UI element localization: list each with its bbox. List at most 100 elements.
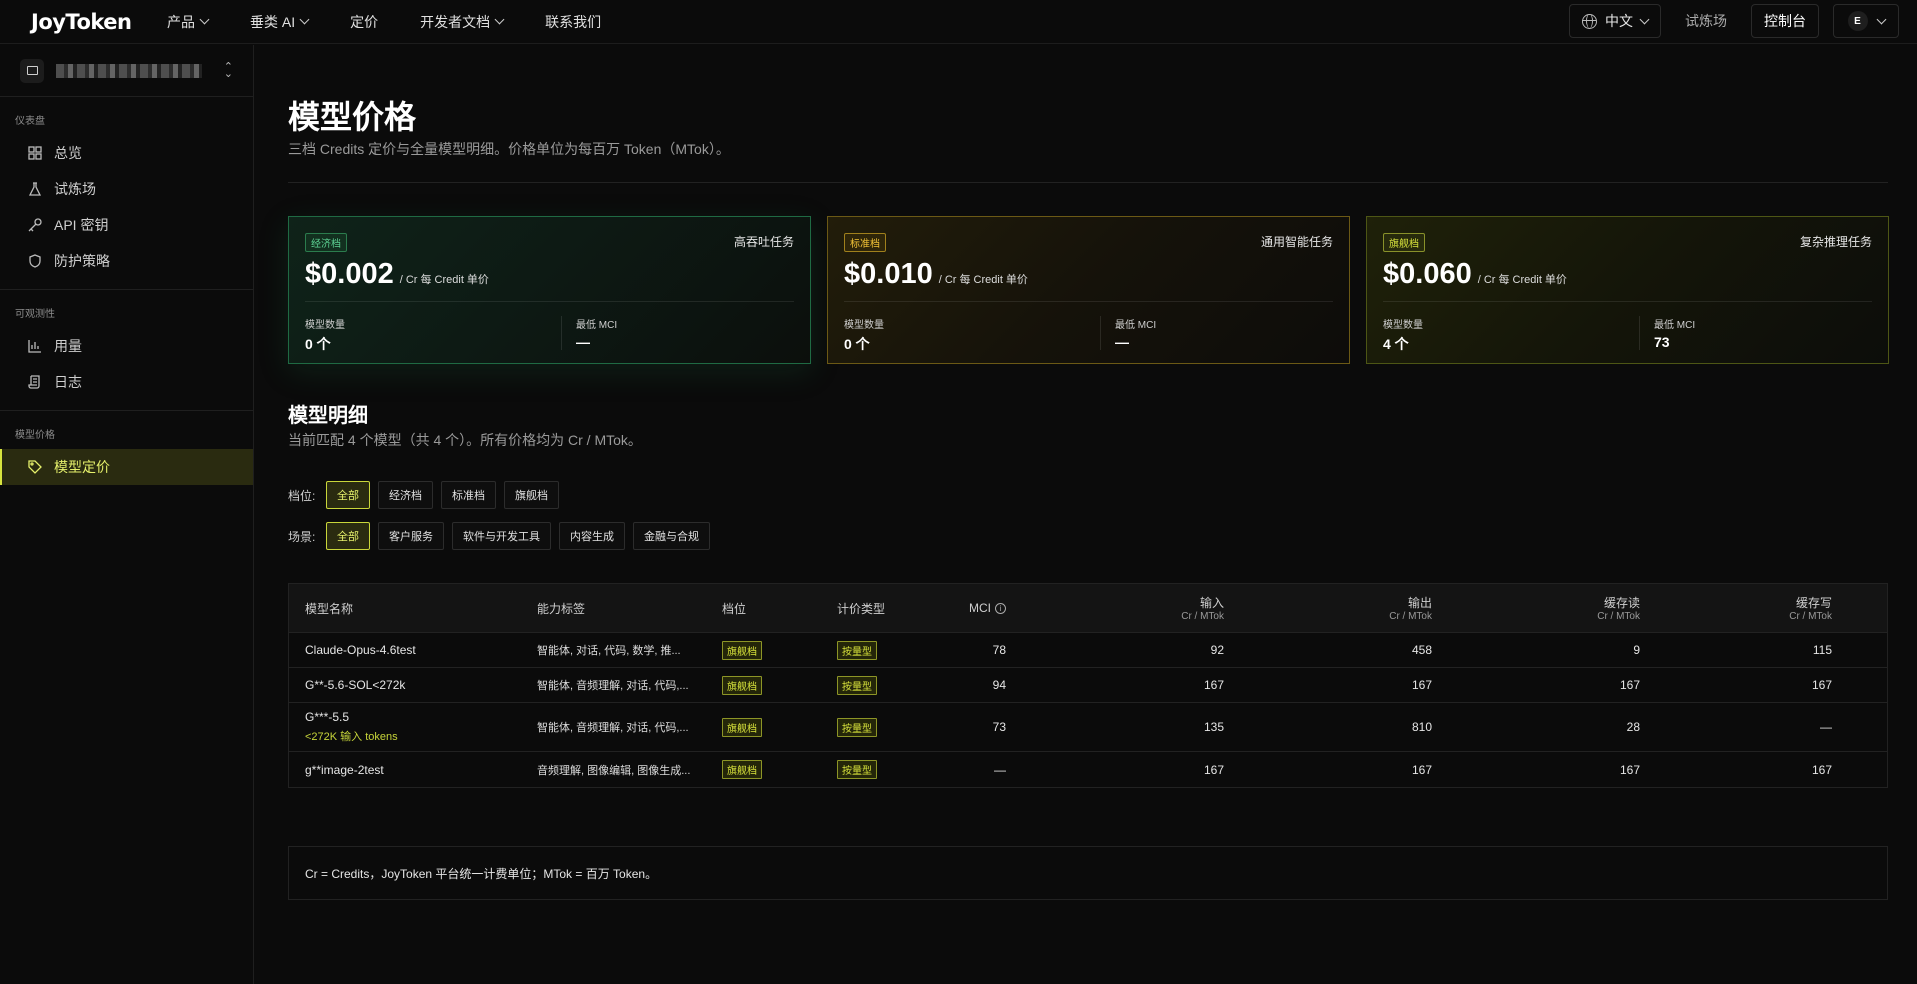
cache-write-price: 115 — [1812, 643, 1832, 657]
language-selector[interactable]: 中文 — [1569, 4, 1661, 38]
col-header-unit: Cr / MTok — [1181, 611, 1224, 622]
col-header-unit: Cr / MTok — [1597, 611, 1640, 622]
model-name: G**-5.6-SOL<272k — [305, 678, 406, 692]
tier-use-case: 复杂推理任务 — [1799, 235, 1872, 249]
page-subtitle: 三档 Credits 定价与全量模型明细。价格单位为每百万 Token（MTok… — [288, 141, 730, 157]
mci-value: 94 — [992, 678, 1006, 692]
stat-value: 4 个 — [1383, 336, 1409, 352]
filter-chip-tier-standard[interactable]: 标准档 — [441, 481, 496, 509]
table-row[interactable]: G***-5.5 <272K 输入 tokens 智能体, 音频理解, 对话, 代… — [289, 703, 1887, 752]
tier-price: $0.002 — [305, 258, 394, 290]
key-icon — [28, 218, 42, 232]
table-row[interactable]: g**image-2test 音频理解, 图像编辑, 图像生成... 旗舰档 按… — [289, 752, 1887, 787]
col-header-cache-write[interactable]: 缓存写 Cr / MTok — [1640, 594, 1848, 622]
stat-label: 模型数量 — [305, 320, 345, 331]
nav-developer-docs[interactable]: 开发者文档 — [420, 12, 505, 32]
stat-label: 最低 MCI — [1654, 320, 1696, 331]
table-row[interactable]: Claude-Opus-4.6test 智能体, 对话, 代码, 数学, 推..… — [289, 633, 1887, 668]
nav-contact[interactable]: 联系我们 — [545, 12, 601, 32]
mci-value: — — [994, 762, 1006, 777]
mci-value: 73 — [992, 720, 1006, 734]
col-header-label: 缓存读 — [1603, 596, 1640, 610]
table-header: 模型名称 能力标签 档位 计价类型 MCI i 输入 Cr / MTok 输出 Cr … — [289, 584, 1887, 633]
col-header-label: MCI — [969, 601, 991, 615]
filter-label: 档位: — [288, 488, 316, 503]
console-button[interactable]: 控制台 — [1751, 4, 1819, 38]
joytoken-logo[interactable]: JoyToken — [31, 10, 167, 34]
sidebar-item-model-pricing[interactable]: 模型定价 — [0, 449, 253, 485]
language-label: 中文 — [1605, 13, 1633, 29]
flask-icon — [28, 182, 42, 196]
building-icon — [20, 58, 44, 83]
filter-chip-scene-software-dev[interactable]: 软件与开发工具 — [452, 522, 551, 550]
chevron-down-icon — [1876, 14, 1886, 24]
output-price: 458 — [1411, 643, 1432, 657]
cache-write-price: 167 — [1811, 678, 1832, 692]
workspace-switcher[interactable]: ⌃ ⌄ — [0, 45, 253, 97]
avatar: E — [1847, 11, 1868, 31]
stat-label: 最低 MCI — [1115, 320, 1157, 331]
model-name-note: <272K 输入 tokens — [305, 731, 398, 743]
tier-cards: 经济档 高吞吐任务 $0.002 / Cr 每 Credit 单价 模型数量 0 个… — [288, 216, 1889, 364]
input-price: 92 — [1210, 643, 1224, 657]
filter-label: 场景: — [288, 529, 316, 544]
sidebar-section-dashboard: 仪表盘 总览 试炼场 API 密钥 防护策略 — [0, 97, 253, 290]
capability-tags: 智能体, 对话, 代码, 数学, 推... — [537, 645, 681, 657]
input-price: 135 — [1203, 720, 1224, 734]
stat-value: 0 个 — [844, 336, 870, 352]
pricing-type-badge: 按量型 — [837, 717, 877, 737]
filter-chip-tier-economy[interactable]: 经济档 — [378, 481, 433, 509]
sidebar: ⌃ ⌄ 仪表盘 总览 试炼场 API 密钥 防护策略 可观测性 用量 日志 模型… — [0, 45, 254, 984]
price-unit: / Cr 每 Credit 单价 — [399, 274, 489, 286]
sidebar-item-protection-policy[interactable]: 防护策略 — [0, 243, 253, 279]
table-row[interactable]: G**-5.6-SOL<272k 智能体, 音频理解, 对话, 代码,... 旗… — [289, 668, 1887, 703]
pricing-type-badge: 按量型 — [837, 675, 877, 695]
sidebar-section-title: 可观测性 — [15, 309, 55, 320]
min-mci-stat: 最低 MCI 73 — [1639, 316, 1695, 350]
tier-price: $0.010 — [844, 258, 933, 290]
filter-chip-scene-content[interactable]: 内容生成 — [559, 522, 625, 550]
sidebar-item-label: 试炼场 — [54, 181, 96, 197]
sidebar-section-title: 模型价格 — [15, 430, 55, 441]
shield-icon — [28, 254, 42, 268]
filter-chip-scene-all[interactable]: 全部 — [326, 522, 370, 550]
filter-chip-scene-customer-service[interactable]: 客户服务 — [378, 522, 444, 550]
tier-badge: 旗舰档 — [722, 675, 762, 695]
col-header-label: 输入 — [1199, 596, 1224, 610]
nav-vertical-ai[interactable]: 垂类 AI — [250, 12, 310, 32]
col-header-output[interactable]: 输出 Cr / MTok — [1224, 594, 1432, 622]
min-mci-stat: 最低 MCI — — [561, 316, 617, 350]
col-header-mci[interactable]: MCI i — [936, 601, 1016, 615]
col-header-input[interactable]: 输入 Cr / MTok — [1016, 594, 1224, 622]
info-icon[interactable]: i — [995, 602, 1006, 614]
capability-tags: 智能体, 音频理解, 对话, 代码,... — [537, 722, 689, 734]
input-price: 167 — [1203, 762, 1224, 777]
sidebar-item-playground[interactable]: 试炼场 — [0, 171, 253, 207]
card-divider — [1383, 301, 1872, 302]
chevron-down-icon — [1639, 14, 1650, 24]
sidebar-item-label: API 密钥 — [54, 217, 109, 233]
workspace-name-blurred — [56, 63, 202, 78]
models-table: 模型名称 能力标签 档位 计价类型 MCI i 输入 Cr / MTok 输出 Cr … — [288, 583, 1888, 788]
nav-pricing[interactable]: 定价 — [350, 12, 378, 32]
filter-chip-tier-all[interactable]: 全部 — [326, 481, 370, 509]
model-name: G***-5.5 — [305, 710, 350, 724]
sidebar-item-logs[interactable]: 日志 — [0, 364, 253, 400]
tier-badge: 旗舰档 — [722, 640, 762, 660]
filter-chip-scene-finance[interactable]: 金融与合规 — [633, 522, 710, 550]
playground-link[interactable]: 试炼场 — [1675, 11, 1737, 31]
col-header-name[interactable]: 模型名称 — [289, 600, 521, 617]
sidebar-item-usage[interactable]: 用量 — [0, 328, 253, 364]
nav-label: 联系我们 — [545, 13, 602, 30]
tier-card-standard: 标准档 通用智能任务 $0.010 / Cr 每 Credit 单价 模型数量 0 … — [827, 216, 1350, 364]
col-header-cache-read[interactable]: 缓存读 Cr / MTok — [1432, 594, 1640, 622]
filter-chip-tier-flagship[interactable]: 旗舰档 — [504, 481, 559, 509]
user-menu[interactable]: E — [1833, 4, 1899, 38]
sidebar-item-api-keys[interactable]: API 密钥 — [0, 207, 253, 243]
model-count-stat: 模型数量 0 个 — [305, 316, 345, 354]
nav-products[interactable]: 产品 — [167, 12, 210, 32]
globe-icon — [1582, 13, 1597, 29]
sidebar-item-overview[interactable]: 总览 — [0, 135, 253, 171]
divider — [288, 182, 1888, 183]
capability-tags: 智能体, 音频理解, 对话, 代码,... — [537, 680, 689, 692]
